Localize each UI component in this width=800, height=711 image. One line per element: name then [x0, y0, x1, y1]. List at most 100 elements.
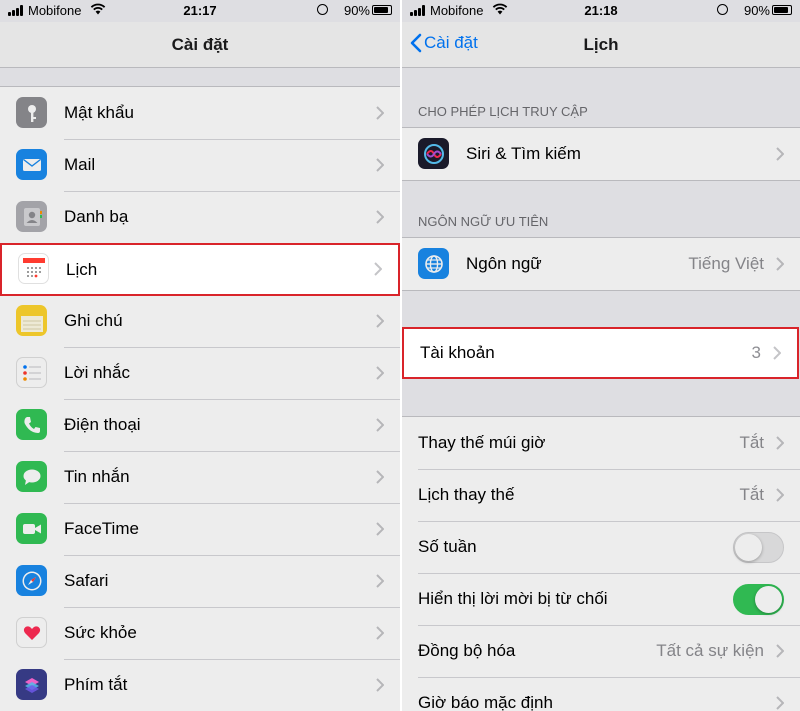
status-bar: Mobifone 21:18 90% [402, 0, 800, 22]
settings-row-label: Phím tắt [64, 675, 128, 694]
calendar-option-row[interactable]: Đồng bộ hóa Tất cả sự kiện [402, 625, 800, 677]
option-value: Tất cả sự kiện [656, 641, 764, 660]
option-label: Thay thế múi giờ [418, 433, 546, 452]
clock: 21:17 [183, 3, 217, 18]
siri-search-row[interactable]: Siri & Tìm kiếm [402, 128, 800, 180]
settings-row[interactable]: Phím tắt [0, 659, 400, 711]
chevron-right-icon [376, 678, 384, 692]
key-icon [16, 97, 47, 128]
page-title: Lịch [583, 35, 619, 54]
chevron-right-icon [376, 574, 384, 588]
option-label: Giờ báo mặc định [418, 693, 553, 711]
siri-search-label: Siri & Tìm kiếm [466, 144, 581, 163]
chevron-right-icon [376, 418, 384, 432]
settings-row-label: Danh bạ [64, 207, 129, 226]
chevron-right-icon [374, 262, 382, 276]
settings-row-label: Ghi chú [64, 311, 123, 330]
settings-row-label: Sức khỏe [64, 623, 137, 642]
accounts-count: 3 [751, 343, 761, 362]
battery-icon [372, 5, 392, 15]
calendar-row-highlight[interactable]: Lịch [0, 243, 400, 296]
calendar-option-row[interactable]: Hiển thị lời mời bị từ chối [402, 573, 800, 625]
language-row[interactable]: Ngôn ngữ Tiếng Việt [402, 238, 800, 290]
chevron-right-icon [776, 488, 784, 502]
siri-icon [418, 138, 449, 169]
chevron-right-icon [376, 626, 384, 640]
chevron-right-icon [776, 696, 784, 710]
messages-icon [16, 461, 47, 492]
settings-row[interactable]: Lời nhắc [0, 347, 400, 399]
settings-row[interactable]: FaceTime [0, 503, 400, 555]
language-label: Ngôn ngữ [466, 254, 542, 273]
phone-icon [16, 409, 47, 440]
notes-icon [16, 305, 47, 336]
settings-row[interactable]: Ghi chú [0, 295, 400, 347]
chevron-right-icon [776, 257, 784, 271]
settings-row[interactable]: Sức khỏe [0, 607, 400, 659]
status-bar: Mobifone 21:17 90% [0, 0, 400, 22]
page-title: Cài đặt [171, 35, 229, 54]
health-icon [16, 617, 47, 648]
access-group: Siri & Tìm kiếm [402, 127, 800, 181]
calendar-icon [18, 253, 49, 284]
chevron-right-icon [376, 366, 384, 380]
settings-row[interactable]: Tin nhắn [0, 451, 400, 503]
globe-icon [418, 248, 449, 279]
section-header-language: NGÔN NGỮ ƯU TIÊN [418, 214, 549, 229]
settings-row-label: Safari [64, 571, 109, 590]
settings-row-label: Lịch [66, 259, 98, 279]
calendar-option-row[interactable]: Lịch thay thế Tắt [402, 469, 800, 521]
chevron-right-icon [776, 644, 784, 658]
language-value: Tiếng Việt [688, 254, 764, 273]
language-group: Ngôn ngữ Tiếng Việt [402, 237, 800, 291]
settings-row[interactable]: Mật khẩu [0, 87, 400, 139]
battery-percent: 90% [743, 3, 770, 18]
orientation-lock-icon [317, 4, 328, 15]
calendar-option-row[interactable]: Thay thế múi giờ Tắt [402, 417, 800, 469]
settings-row-label: Mail [64, 155, 96, 174]
settings-row[interactable]: Mail [0, 139, 400, 191]
chevron-right-icon [376, 314, 384, 328]
clock: 21:18 [584, 3, 618, 18]
toggle-knob [755, 586, 782, 613]
mail-icon [16, 149, 47, 180]
settings-screen: Mobifone 21:17 90% Cài đặt Mật khẩu Mail D… [0, 0, 400, 711]
contacts-icon [16, 201, 47, 232]
option-value: Tắt [739, 433, 764, 452]
option-label: Số tuần [418, 537, 477, 556]
chevron-right-icon [376, 106, 384, 120]
settings-row-label: Mật khẩu [64, 103, 134, 122]
section-header-access: CHO PHÉP LỊCH TRUY CẬP [418, 104, 588, 119]
settings-row-label: FaceTime [64, 519, 139, 538]
battery-icon [772, 5, 792, 15]
settings-row[interactable]: Danh bạ [0, 191, 400, 243]
option-label: Đồng bộ hóa [418, 641, 516, 660]
calendar-settings-screen: Mobifone 21:18 90% Cài đặt Lịch CHO PHÉP… [402, 0, 800, 711]
option-label: Lịch thay thế [418, 485, 515, 504]
accounts-label: Tài khoản [420, 343, 495, 362]
chevron-right-icon [376, 210, 384, 224]
chevron-right-icon [776, 436, 784, 450]
settings-row-calendar[interactable]: Lịch [2, 245, 398, 294]
settings-row[interactable]: Điện thoại [0, 399, 400, 451]
settings-row[interactable]: Safari [0, 555, 400, 607]
settings-row-label: Tin nhắn [64, 467, 130, 486]
chevron-right-icon [376, 470, 384, 484]
battery-percent: 90% [343, 3, 370, 18]
safari-icon [16, 565, 47, 596]
nav-bar: Cài đặt [0, 22, 400, 68]
chevron-right-icon [773, 346, 781, 360]
chevron-right-icon [776, 147, 784, 161]
option-value: Tắt [739, 485, 764, 504]
shortcuts-icon [16, 669, 47, 700]
toggle-switch[interactable] [733, 532, 784, 563]
settings-row-label: Lời nhắc [64, 363, 130, 382]
option-label: Hiển thị lời mời bị từ chối [418, 589, 608, 608]
calendar-options-group: Thay thế múi giờ Tắt Lịch thay thế Tắt Số tu… [402, 416, 800, 711]
toggle-switch[interactable] [733, 584, 784, 615]
calendar-option-row[interactable]: Giờ báo mặc định [402, 677, 800, 711]
calendar-option-row[interactable]: Số tuần [402, 521, 800, 573]
reminders-icon [16, 357, 47, 388]
accounts-row[interactable]: Tài khoản 3 [402, 327, 799, 379]
toggle-knob [735, 534, 762, 561]
